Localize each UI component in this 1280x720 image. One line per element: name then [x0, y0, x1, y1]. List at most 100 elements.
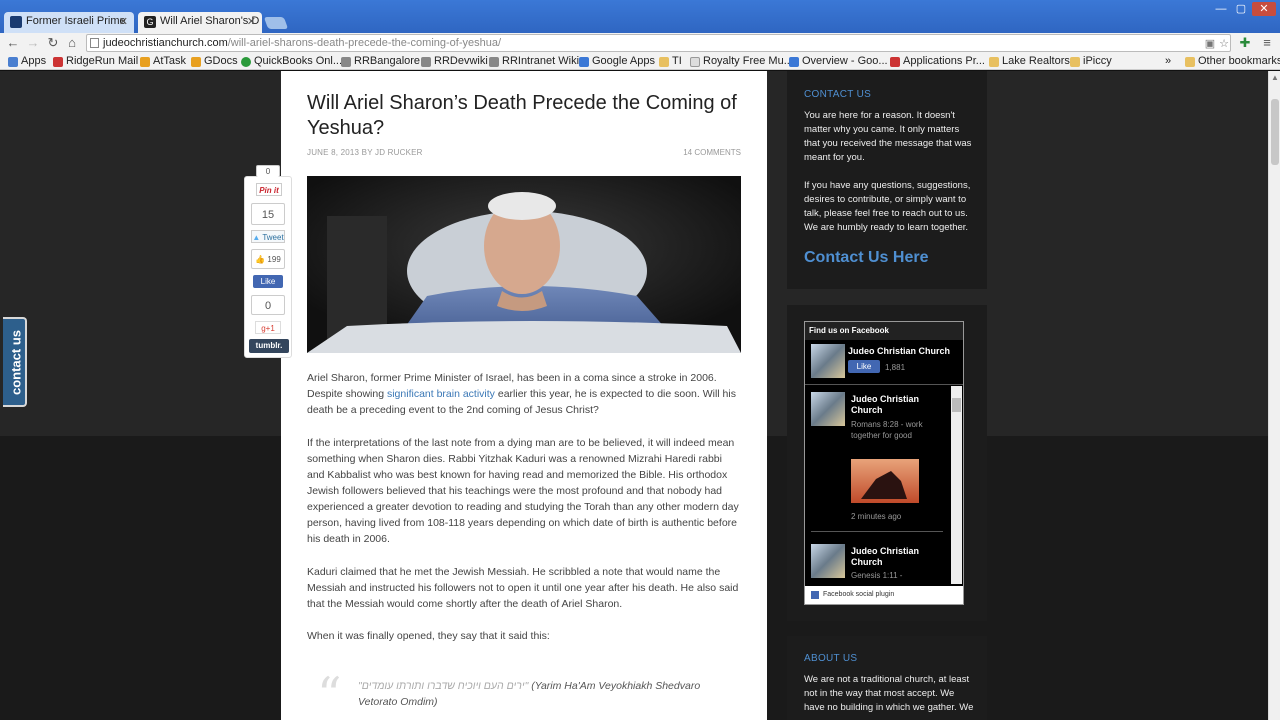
- maximize-icon[interactable]: ▢: [1232, 2, 1250, 16]
- google-icon: [579, 57, 589, 67]
- applications-icon: [890, 57, 900, 67]
- bookmark-ti[interactable]: TI: [659, 54, 682, 69]
- contact-us-link[interactable]: Contact Us Here: [804, 249, 928, 267]
- quickbooks-icon: [241, 57, 251, 67]
- scroll-up-icon[interactable]: ▲: [1271, 73, 1279, 82]
- tab-strip: Former Israeli Prime ✕ G Will Ariel Shar…: [0, 0, 1280, 33]
- divider: [811, 531, 943, 532]
- feed-scroll-thumb[interactable]: [952, 398, 961, 412]
- bookmark-quickbooks[interactable]: QuickBooks Onl...: [241, 54, 342, 69]
- bookmark-ipiccy[interactable]: iPiccy: [1070, 54, 1112, 69]
- author-link[interactable]: JD RUCKER: [375, 148, 423, 157]
- forward-icon[interactable]: →: [24, 34, 42, 52]
- bookmarks-overflow[interactable]: »: [1165, 54, 1171, 69]
- wiki-icon: [489, 57, 499, 67]
- address-bar[interactable]: judeochristianchurch.com/will-ariel-shar…: [86, 34, 1231, 52]
- bookmark-royalty-free[interactable]: Royalty Free Mu...: [690, 54, 793, 69]
- contact-text-2: If you have any questions, suggestions, …: [804, 180, 971, 233]
- bookmark-other[interactable]: Other bookmarks: [1185, 54, 1280, 69]
- post-text: Genesis 1:11 -: [851, 571, 903, 580]
- attask-icon: [140, 57, 150, 67]
- feed-scrollbar[interactable]: [951, 386, 962, 584]
- bookmarks-bar: Apps RidgeRun Mail AtTask GDocs QuickBoo…: [0, 53, 1280, 70]
- mail-icon: [53, 57, 63, 67]
- page-icon: [90, 38, 99, 48]
- folder-icon: [659, 57, 669, 67]
- extension-icon[interactable]: ✚: [1236, 34, 1254, 52]
- post-time: 2 minutes ago: [851, 512, 902, 521]
- post-image[interactable]: [851, 459, 919, 503]
- tab-close-icon[interactable]: ✕: [247, 15, 256, 28]
- paragraph-2: If the interpretations of the last note …: [307, 437, 739, 545]
- pin-it-button[interactable]: Pin it: [256, 183, 282, 196]
- menu-icon[interactable]: ≡: [1258, 34, 1276, 52]
- post-text: Romans 8:28 - work together for good: [851, 420, 923, 440]
- article-title: Will Ariel Sharon’s Death Precede the Co…: [307, 92, 737, 139]
- contact-tab-label: contact us: [8, 330, 24, 396]
- bookmark-gdocs[interactable]: GDocs: [191, 54, 238, 69]
- gdocs-icon: [191, 57, 201, 67]
- bookmark-rrintranet-wiki[interactable]: RRIntranet Wiki: [489, 54, 579, 69]
- post-avatar[interactable]: [811, 392, 845, 426]
- bookmark-google-apps[interactable]: Google Apps: [579, 54, 655, 69]
- facebook-like-count: 1,881: [885, 363, 906, 372]
- folder-icon: [989, 57, 999, 67]
- page-scrollbar[interactable]: ▲: [1268, 71, 1280, 720]
- bookmark-apps[interactable]: Apps: [8, 54, 46, 69]
- close-window-icon[interactable]: ✕: [1252, 2, 1276, 16]
- bookmark-rrbangalore[interactable]: RRBangalore: [341, 54, 420, 69]
- back-icon[interactable]: ←: [4, 34, 22, 52]
- facebook-page-name[interactable]: Judeo Christian Church: [848, 346, 958, 357]
- facebook-widget: Find us on Facebook Judeo Christian Chur…: [787, 305, 987, 621]
- post-avatar[interactable]: [811, 544, 845, 578]
- new-tab-button[interactable]: [263, 17, 289, 29]
- quote-hebrew: "ירים העם ויוכיח שדברו ותורתו עומדים": [358, 680, 532, 692]
- tab-former-israeli-prime[interactable]: Former Israeli Prime ✕: [4, 12, 134, 33]
- brain-activity-link[interactable]: significant brain activity: [387, 388, 495, 400]
- facebook-plugin-footer[interactable]: Facebook social plugin: [805, 586, 963, 604]
- contact-widget: CONTACT US You are here for a reason. It…: [787, 71, 987, 289]
- sharon-hospital-photo: [307, 176, 741, 353]
- site-favicon-icon: [10, 16, 22, 28]
- home-icon[interactable]: ⌂: [63, 34, 81, 52]
- minimize-icon[interactable]: —: [1212, 2, 1230, 16]
- bookmark-applications[interactable]: Applications Pr...: [890, 54, 985, 69]
- bookmark-overview[interactable]: Overview - Goo...: [789, 54, 888, 69]
- reload-icon[interactable]: ↻: [44, 34, 62, 52]
- quote-mark-icon: “: [317, 667, 342, 720]
- web-page: Will Ariel Sharon’s Death Precede the Co…: [0, 71, 1268, 720]
- tumblr-button[interactable]: tumblr.: [249, 339, 289, 353]
- wiki-icon: [421, 57, 431, 67]
- bookmark-ridgerun-mail[interactable]: RidgeRun Mail: [53, 54, 138, 69]
- about-widget: ABOUT US We are not a traditional church…: [787, 636, 987, 720]
- bookmark-star-icon[interactable]: ☆: [1217, 37, 1231, 51]
- bookmark-rrdevwiki[interactable]: RRDevwiki: [421, 54, 488, 69]
- gplus-count: 0: [251, 295, 285, 315]
- praying-silhouette-image: [861, 471, 907, 499]
- scroll-thumb[interactable]: [1271, 99, 1279, 165]
- folder-icon: [1070, 57, 1080, 67]
- bookmark-attask[interactable]: AtTask: [140, 54, 186, 69]
- bookmark-lake-realtors[interactable]: Lake Realtors: [989, 54, 1070, 69]
- facebook-icon: [811, 591, 819, 599]
- tab-close-icon[interactable]: ✕: [119, 15, 128, 28]
- facebook-header: Find us on Facebook: [805, 322, 963, 340]
- facebook-like-button[interactable]: Like: [253, 275, 283, 288]
- page-icon: [690, 57, 700, 67]
- url-path: /will-ariel-sharons-death-precede-the-co…: [227, 37, 502, 49]
- blockquote: "ירים העם ויוכיח שדברו ותורתו עומדים" (Y…: [358, 678, 718, 710]
- page-action-icon[interactable]: ▣: [1203, 37, 1217, 51]
- pinterest-count: 0: [256, 165, 280, 177]
- facebook-like-box: Find us on Facebook Judeo Christian Chur…: [804, 321, 964, 605]
- page-avatar[interactable]: [811, 344, 845, 378]
- tab-title: Former Israeli Prime: [26, 15, 126, 27]
- gplus-button[interactable]: g+1: [255, 321, 281, 334]
- contact-us-tab[interactable]: contact us: [3, 317, 27, 407]
- post-author[interactable]: Judeo Christian Church: [851, 394, 941, 416]
- apps-icon: [8, 57, 18, 67]
- post-author[interactable]: Judeo Christian Church: [851, 546, 941, 568]
- tab-will-ariel-sharon[interactable]: G Will Ariel Sharon's D ✕: [138, 12, 262, 33]
- tweet-button[interactable]: ▲ Tweet: [251, 230, 285, 243]
- facebook-like-button[interactable]: Like: [848, 360, 880, 373]
- comments-link[interactable]: 14 COMMENTS: [683, 148, 741, 157]
